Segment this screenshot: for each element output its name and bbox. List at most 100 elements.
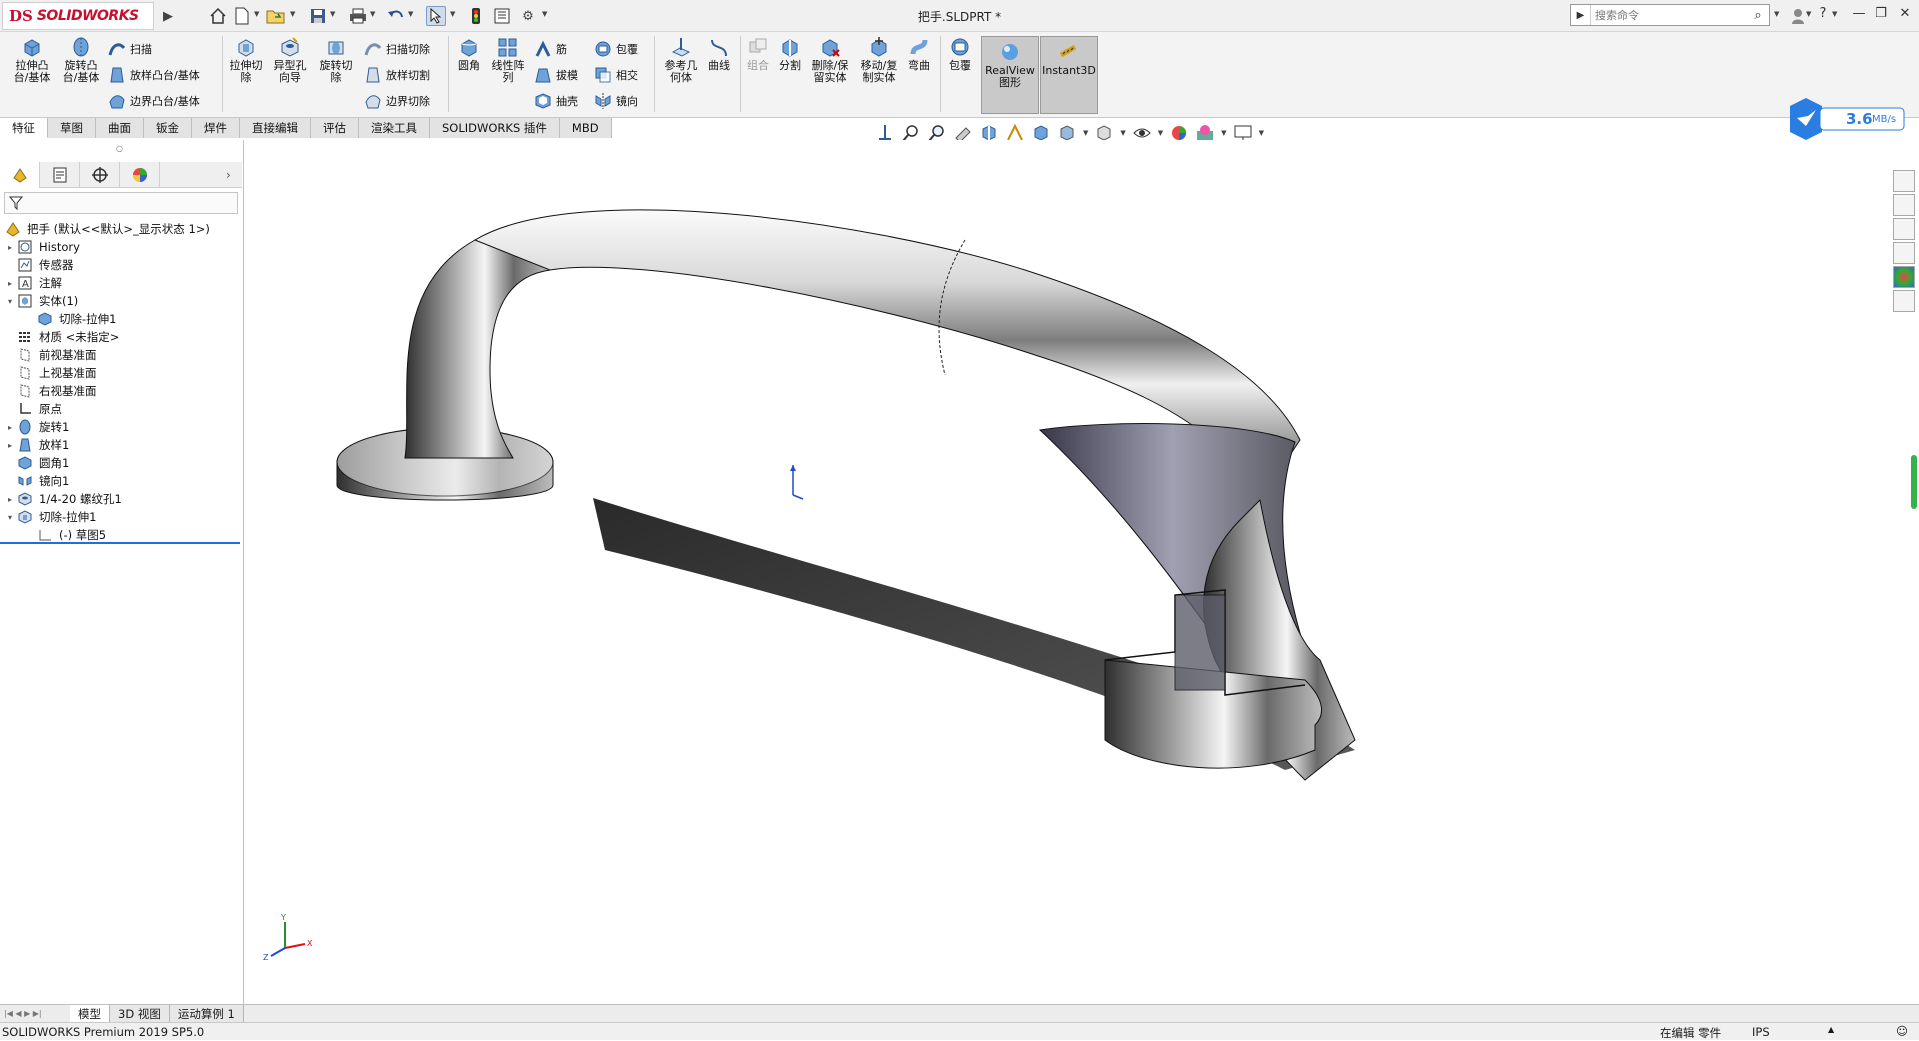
draft-button[interactable]: 拔模 xyxy=(534,66,578,84)
revolve-cut-button[interactable]: 旋转切 除 xyxy=(316,36,356,84)
tab-sheet-metal[interactable]: 钣金 xyxy=(144,118,192,138)
tab-model[interactable]: 模型 xyxy=(70,1004,110,1023)
tab-render-tools[interactable]: 渲染工具 xyxy=(359,118,430,138)
new-document-icon[interactable] xyxy=(232,6,252,26)
tab-evaluate[interactable]: 评估 xyxy=(311,118,359,138)
display-style-dropdown-icon[interactable]: ▼ xyxy=(1083,129,1088,137)
network-speed-widget[interactable]: 3.6 MB/s xyxy=(1788,96,1908,142)
extrude-cut-button[interactable]: 拉伸切 除 xyxy=(228,36,264,84)
boundary-boss-button[interactable]: 边界凸台/基体 xyxy=(108,92,200,110)
revolve-boss-button[interactable]: 旋转凸 台/基体 xyxy=(58,36,104,84)
tab-surfaces[interactable]: 曲面 xyxy=(96,118,144,138)
expand-arrow-icon[interactable]: ▸ xyxy=(4,423,16,432)
tab-feature-manager[interactable] xyxy=(0,162,40,188)
options-dropdown-icon[interactable]: ▼ xyxy=(542,10,547,18)
tab-motion-study-1[interactable]: 运动算例 1 xyxy=(169,1004,244,1023)
tab-direct-editing[interactable]: 直接编辑 xyxy=(240,118,311,138)
quick-tips-icon[interactable]: ☺ xyxy=(1896,1024,1908,1038)
minimize-button[interactable]: — xyxy=(1848,6,1870,26)
expand-arrow-icon[interactable]: ▸ xyxy=(4,279,16,288)
wrap-feature-button[interactable]: 包覆 xyxy=(944,36,976,72)
view-settings-dropdown-icon[interactable]: ▼ xyxy=(1259,129,1264,137)
handle-3d-model[interactable]: Y X Z xyxy=(245,140,1875,1006)
file-properties-icon[interactable] xyxy=(492,6,512,26)
restore-button[interactable]: ❐ xyxy=(1870,6,1892,26)
fillet-button[interactable]: 圆角 xyxy=(454,36,484,72)
scene-dropdown-icon[interactable]: ▼ xyxy=(1221,129,1226,137)
tab-configuration-manager[interactable] xyxy=(80,162,120,188)
tab-features[interactable]: 特征 xyxy=(0,118,48,138)
search-dropdown-icon[interactable]: ▼ xyxy=(1774,10,1779,18)
tab-mbd[interactable]: MBD xyxy=(559,118,612,138)
extrude-boss-button[interactable]: 拉伸凸 台/基体 xyxy=(10,36,54,84)
hole-wizard-button[interactable]: 异型孔 向导 xyxy=(268,36,312,84)
flex-button[interactable]: 弯曲 xyxy=(904,36,934,72)
user-dropdown-icon[interactable]: ▼ xyxy=(1806,10,1811,18)
expand-arrow-icon[interactable]: ▸ xyxy=(4,243,16,252)
sweep-cut-button[interactable]: 扫描切除 xyxy=(364,40,430,58)
search-icon[interactable]: ⌕ xyxy=(1747,8,1769,23)
tab-sketch[interactable]: 草图 xyxy=(48,118,96,138)
open-folder-icon[interactable] xyxy=(266,6,286,26)
undo-dropdown-icon[interactable]: ▼ xyxy=(408,10,413,18)
move-copy-body-button[interactable]: 移动/复 制实体 xyxy=(856,36,902,84)
curves-button[interactable]: 曲线 xyxy=(704,36,734,72)
collapse-arrow-icon[interactable]: ▾ xyxy=(4,513,16,522)
search-commands-box[interactable]: ▶ 搜索命令 ⌕ xyxy=(1570,4,1770,26)
design-library-icon[interactable] xyxy=(1893,194,1915,216)
print-icon[interactable] xyxy=(348,6,368,26)
custom-properties-icon[interactable] xyxy=(1893,290,1915,312)
select-dropdown-icon[interactable]: ▼ xyxy=(450,10,455,18)
expand-arrow-icon[interactable]: ▸ xyxy=(4,495,16,504)
close-button[interactable]: ✕ xyxy=(1894,6,1916,26)
linear-pattern-button[interactable]: 线性阵 列 xyxy=(488,36,528,84)
instant3d-toggle[interactable]: Instant3D xyxy=(1040,36,1098,114)
combine-button[interactable]: 组合 xyxy=(744,36,772,72)
realview-graphics-toggle[interactable]: RealView 图形 xyxy=(981,36,1039,114)
split-button[interactable]: 分割 xyxy=(776,36,804,72)
panel-expand-chevron-icon[interactable]: › xyxy=(226,168,231,182)
loft-boss-button[interactable]: 放样凸台/基体 xyxy=(108,66,200,84)
expand-arrow-icon[interactable]: ▸ xyxy=(4,441,16,450)
file-explorer-icon[interactable] xyxy=(1893,218,1915,240)
options-gear-icon[interactable]: ⚙ xyxy=(518,6,538,26)
rib-button[interactable]: 筋 xyxy=(534,40,567,58)
new-dropdown-icon[interactable]: ▼ xyxy=(254,10,259,18)
status-units[interactable]: IPS xyxy=(1752,1025,1770,1039)
wrap-button[interactable]: 包覆 xyxy=(594,40,638,58)
loft-cut-button[interactable]: 放样切割 xyxy=(364,66,430,84)
collapse-arrow-icon[interactable]: ▾ xyxy=(4,297,16,306)
graphics-viewport[interactable]: Y X Z xyxy=(245,140,1875,1006)
user-account-icon[interactable] xyxy=(1788,6,1808,26)
tab-display-manager[interactable] xyxy=(120,162,160,188)
rebuild-icon[interactable] xyxy=(466,6,486,26)
solidworks-logo[interactable]: DS SOLIDWORKS xyxy=(2,2,154,30)
reference-geometry-button[interactable]: 参考几 何体 xyxy=(660,36,702,84)
units-dropdown-icon[interactable]: ▲ xyxy=(1828,1025,1834,1034)
home-icon[interactable] xyxy=(208,6,228,26)
expand-menu-icon[interactable]: ▶ xyxy=(158,6,178,26)
visibility-dropdown-icon[interactable]: ▼ xyxy=(1158,129,1163,137)
tab-property-manager[interactable] xyxy=(40,162,80,188)
undo-icon[interactable] xyxy=(386,6,406,26)
mirror-button[interactable]: 镜向 xyxy=(594,92,638,110)
vertical-scroll-indicator[interactable] xyxy=(1911,455,1917,509)
help-button[interactable]: ? xyxy=(1812,6,1834,26)
appearances-icon[interactable] xyxy=(1893,266,1915,288)
tab-3d-views[interactable]: 3D 视图 xyxy=(110,1004,170,1023)
hide-show-dropdown-icon[interactable]: ▼ xyxy=(1120,129,1125,137)
help-dropdown-icon[interactable]: ▼ xyxy=(1832,10,1837,18)
tab-solidworks-addins[interactable]: SOLIDWORKS 插件 xyxy=(430,118,560,138)
delete-keep-body-button[interactable]: 删除/保 留实体 xyxy=(808,36,852,84)
boundary-cut-button[interactable]: 边界切除 xyxy=(364,92,430,110)
select-arrow-icon[interactable] xyxy=(426,6,446,26)
intersect-button[interactable]: 相交 xyxy=(594,66,638,84)
sweep-button[interactable]: 扫描 xyxy=(108,40,152,58)
open-dropdown-icon[interactable]: ▼ xyxy=(290,10,295,18)
view-palette-icon[interactable] xyxy=(1893,242,1915,264)
shell-button[interactable]: 抽壳 xyxy=(534,92,578,110)
save-dropdown-icon[interactable]: ▼ xyxy=(330,10,335,18)
task-pane-home-icon[interactable] xyxy=(1893,170,1915,192)
search-input[interactable]: 搜索命令 xyxy=(1591,7,1747,23)
feature-tree-filter[interactable] xyxy=(4,192,238,214)
